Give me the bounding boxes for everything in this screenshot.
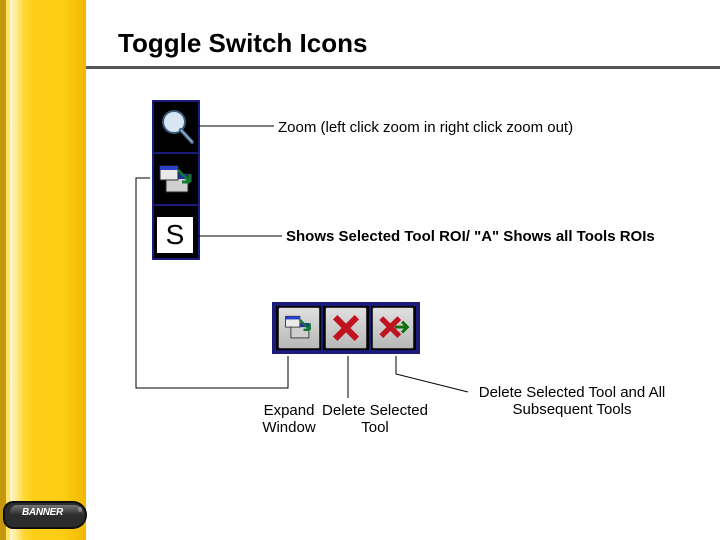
delete-selected-tool-button[interactable] (323, 306, 368, 350)
show-selected-roi-button[interactable]: S (156, 216, 196, 256)
annotation-expand: Expand Window (254, 402, 324, 437)
toolbar-divider (152, 152, 200, 154)
toolbar-divider (152, 204, 200, 206)
zoom-button[interactable] (156, 106, 196, 146)
logo-text: BANNER (22, 507, 63, 518)
expand-window-button[interactable] (156, 160, 196, 200)
slide-title: Toggle Switch Icons (118, 28, 367, 59)
expand-window-button-2[interactable] (276, 306, 321, 350)
selected-letter-icon: S (156, 216, 194, 254)
sidebar-edge (0, 0, 6, 540)
expand-window-icon (278, 307, 320, 349)
title-underline (86, 66, 720, 69)
annotation-selected: Shows Selected Tool ROI/ "A" Shows all T… (286, 228, 655, 245)
magnifier-icon (156, 106, 196, 146)
annotation-zoom: Zoom (left click zoom in right click zoo… (278, 119, 573, 136)
banner-logo: BANNER ® (4, 502, 86, 528)
sidebar-gloss (10, 0, 24, 540)
sidebar-yellow (0, 0, 86, 540)
delete-after-icon (372, 307, 414, 349)
selected-letter-glyph: S (166, 219, 185, 251)
expand-window-icon (156, 160, 196, 200)
registered-icon: ® (78, 508, 82, 514)
delete-subsequent-tools-button[interactable] (371, 306, 416, 350)
horizontal-toolbar (276, 306, 416, 350)
annotation-delete: Delete Selected Tool (320, 402, 430, 437)
sidebar-fill (6, 0, 86, 540)
annotation-delete-after: Delete Selected Tool and All Subsequent … (472, 384, 672, 419)
delete-icon (325, 307, 367, 349)
